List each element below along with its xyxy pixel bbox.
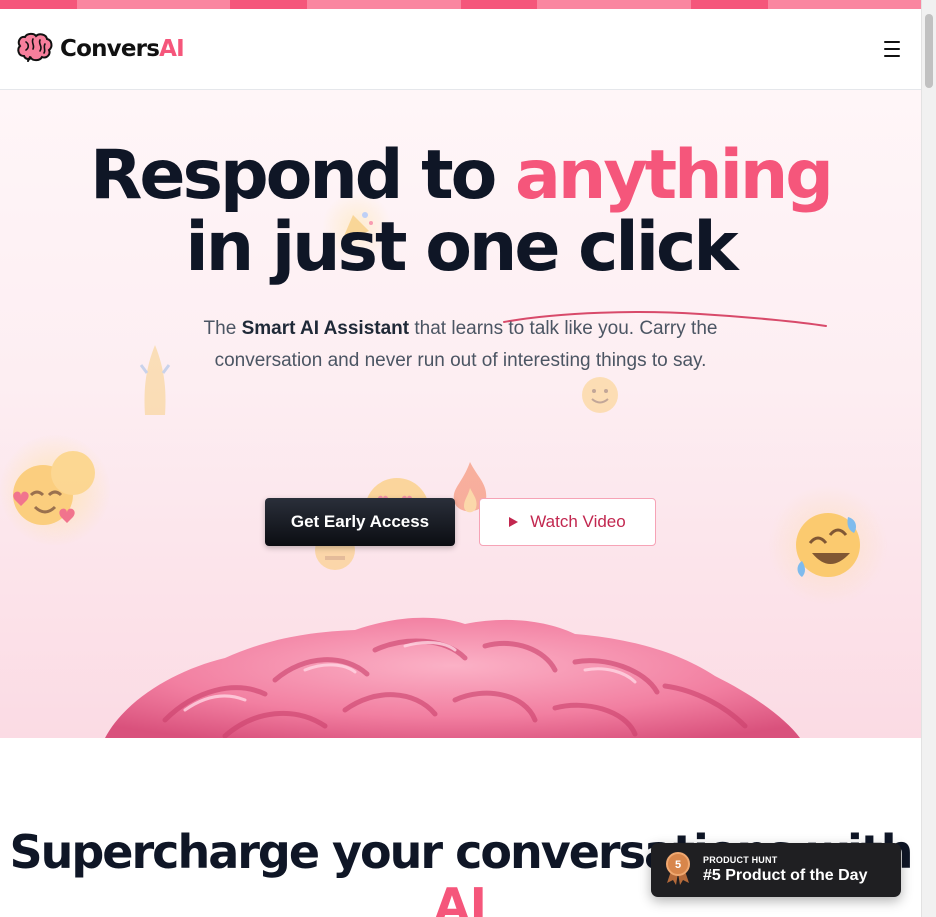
logo-accent: AI: [159, 36, 185, 62]
subtitle-pre: The: [203, 318, 242, 339]
play-icon: [509, 517, 519, 527]
headline-accent: anything: [515, 136, 834, 215]
page: ConversAI Respond to anything in just on…: [0, 0, 921, 917]
logo-text: ConversAI: [60, 36, 185, 62]
scrollbar-thumb[interactable]: [925, 14, 933, 88]
medal-icon: 5: [665, 851, 691, 890]
product-hunt-text: PRODUCT HUNT #5 Product of the Day: [703, 855, 867, 885]
rolling-laughing-emoji-icon: [768, 485, 888, 605]
product-hunt-badge[interactable]: 5 PRODUCT HUNT #5 Product of the Day: [651, 843, 901, 897]
site-header: ConversAI: [0, 9, 921, 90]
top-stripe-bar: [0, 0, 921, 9]
headline-part2: in just one click: [185, 208, 738, 287]
watch-video-button[interactable]: Watch Video: [479, 498, 656, 546]
logo[interactable]: ConversAI: [16, 32, 185, 67]
product-hunt-rank: #5 Product of the Day: [703, 867, 868, 884]
watch-video-label: Watch Video: [530, 512, 626, 531]
get-early-access-label: Get Early Access: [290, 512, 430, 531]
get-early-access-button[interactable]: Get Early Access: [265, 498, 455, 546]
medal-number: 5: [675, 859, 681, 871]
hamburger-menu-icon[interactable]: [881, 40, 903, 58]
smiling-face-hearts-emoji-icon: [0, 435, 110, 545]
hero-subtitle: The Smart AI Assistant that learns to ta…: [180, 313, 741, 377]
subtitle-bold: Smart AI Assistant: [241, 318, 410, 339]
page-scrollbar[interactable]: [921, 0, 936, 917]
headline-part1: Respond to: [90, 136, 516, 215]
product-hunt-label: PRODUCT HUNT: [703, 855, 778, 865]
logo-main: Convers: [60, 36, 160, 62]
hero-headline: Respond to anything in just one click: [0, 140, 921, 284]
brain-logo-icon: [16, 32, 54, 67]
